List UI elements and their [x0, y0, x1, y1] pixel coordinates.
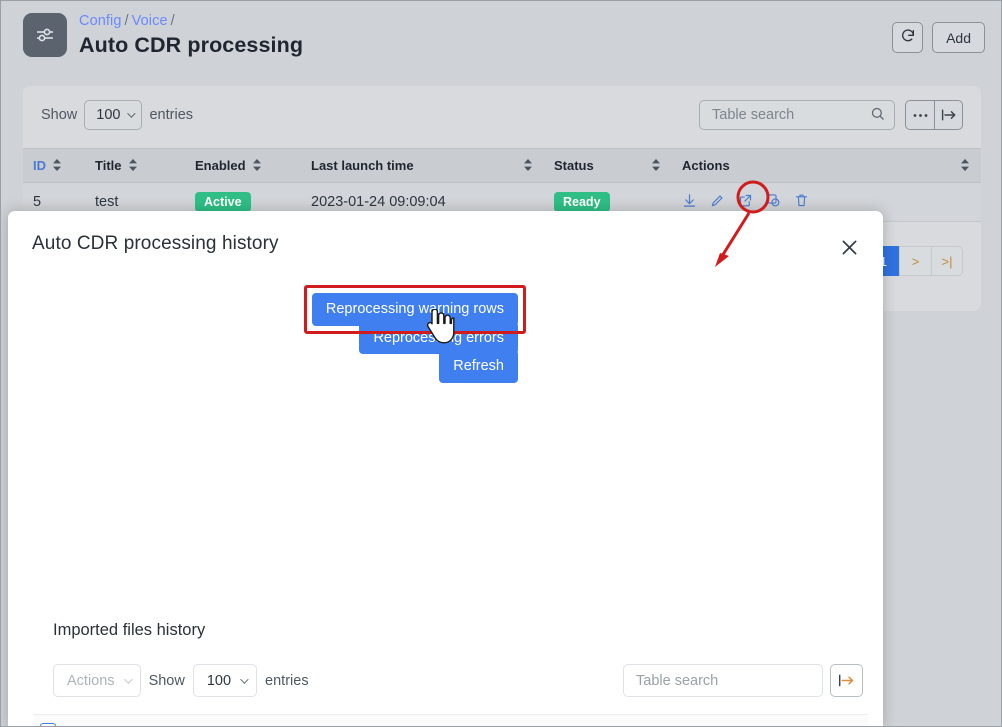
- background-entries-value: 100: [96, 107, 121, 123]
- refresh-icon: [900, 28, 916, 47]
- background-col-status-label: Status: [554, 158, 594, 173]
- ellipsis-icon[interactable]: [905, 100, 934, 130]
- sliders-icon: [23, 13, 67, 57]
- reprocessing-warning-rows-button[interactable]: Reprocessing warning rows: [311, 293, 518, 326]
- background-col-id-label: ID: [33, 158, 46, 173]
- add-button[interactable]: Add: [932, 22, 985, 53]
- page-title: Auto CDR processing: [79, 33, 304, 57]
- background-col-actions[interactable]: Actions: [672, 148, 981, 183]
- search-icon: [870, 106, 885, 125]
- refresh-button[interactable]: [892, 22, 924, 53]
- chevron-down-icon: [240, 674, 249, 684]
- inner-entries-value: 100: [206, 672, 232, 689]
- background-entries-select[interactable]: 100: [84, 100, 143, 130]
- background-col-title[interactable]: Title: [85, 148, 185, 183]
- imported-files-table: Id File path Created at Updated at Statu…: [34, 714, 868, 726]
- background-col-title-label: Title: [95, 158, 122, 173]
- inner-col-filepath[interactable]: File path: [124, 714, 434, 726]
- background-search-placeholder: Table search: [712, 107, 795, 123]
- background-toolbar-buttons: [905, 100, 963, 130]
- background-show-entries: Show 100 entries: [41, 100, 193, 130]
- select-all-cell: [34, 714, 78, 726]
- breadcrumb-separator-2: /: [170, 13, 175, 29]
- status-badge: Ready: [554, 192, 610, 212]
- imported-files-header-row: Id File path Created at Updated at Statu…: [34, 714, 868, 726]
- sort-icon: [524, 159, 532, 174]
- actions-select[interactable]: Actions: [53, 664, 141, 697]
- app-root: Config / Voice / Auto CDR processing Add Sh…: [0, 0, 1002, 727]
- inner-table-toolbar: Actions Show 100 entries: [53, 664, 309, 697]
- sort-icon: [53, 159, 61, 174]
- breadcrumb-item-config[interactable]: Config: [79, 13, 122, 29]
- background-col-enabled[interactable]: Enabled: [185, 148, 301, 183]
- background-col-launch[interactable]: Last launch time: [301, 148, 544, 183]
- background-page-next[interactable]: >: [899, 246, 931, 276]
- reprocessing-warning-rows-wrap: Reprocessing warning rows: [303, 285, 526, 334]
- duplicate-icon[interactable]: [766, 193, 781, 212]
- external-link-icon[interactable]: [738, 193, 753, 212]
- refresh-button-modal[interactable]: Refresh: [439, 350, 518, 383]
- background-search-wrap: Table search: [699, 100, 895, 130]
- inner-show-label: Show: [148, 672, 185, 689]
- page-header: Config / Voice / Auto CDR processing Add: [1, 1, 1001, 79]
- sort-icon: [128, 159, 137, 174]
- inner-entries-label: entries: [265, 672, 309, 689]
- close-icon[interactable]: [835, 233, 863, 261]
- status-badge-enabled: Active: [195, 192, 251, 212]
- inner-search-input[interactable]: Table search: [623, 664, 823, 697]
- trash-icon[interactable]: [794, 193, 809, 212]
- background-col-id[interactable]: ID: [23, 148, 85, 183]
- hand-pointer-cursor: [425, 308, 455, 350]
- download-icon[interactable]: [682, 193, 697, 212]
- background-table-toolbar: Show 100 entries Table search: [23, 86, 981, 148]
- background-col-status[interactable]: Status: [544, 148, 672, 183]
- background-col-enabled-label: Enabled: [195, 158, 246, 173]
- background-search-input[interactable]: Table search: [699, 100, 895, 130]
- inner-col-created[interactable]: Created at: [434, 714, 524, 726]
- sort-icon: [961, 159, 969, 174]
- inner-col-updated[interactable]: Updated at: [524, 714, 614, 726]
- breadcrumb-separator: /: [124, 13, 129, 29]
- breadcrumb: Config / Voice /: [79, 13, 178, 29]
- background-col-actions-label: Actions: [682, 158, 730, 173]
- background-page-last[interactable]: >|: [931, 246, 963, 276]
- inner-col-id[interactable]: Id: [78, 714, 124, 726]
- inner-col-status[interactable]: Status: [614, 714, 704, 726]
- select-all-checkbox[interactable]: [40, 723, 56, 726]
- auto-cdr-history-modal: Auto CDR processing history Reprocessing…: [8, 211, 883, 726]
- export-icon[interactable]: [830, 664, 863, 697]
- chevron-down-icon: [127, 109, 137, 118]
- sort-icon: [252, 159, 261, 174]
- chevron-down-icon: [123, 674, 133, 684]
- sort-icon: [652, 159, 660, 174]
- export-icon[interactable]: [934, 100, 963, 130]
- actions-select-label: Actions: [67, 672, 115, 689]
- modal-title: Auto CDR processing history: [32, 233, 279, 254]
- imported-files-history-title: Imported files history: [53, 621, 206, 639]
- background-table-header-row: ID Title Enabled Last launch time Status…: [23, 148, 981, 183]
- background-show-label: Show: [41, 107, 78, 123]
- inner-col-actions[interactable]: Actions: [704, 714, 868, 726]
- inner-entries-select[interactable]: 100: [192, 664, 258, 697]
- inner-search-placeholder: Table search: [636, 672, 719, 689]
- background-entries-label: entries: [149, 107, 194, 123]
- header-actions: Add: [892, 22, 985, 53]
- modal-action-buttons: Reprocessing warning rows Reprocessing e…: [303, 285, 526, 383]
- breadcrumb-item-voice[interactable]: Voice: [132, 13, 168, 29]
- background-col-launch-label: Last launch time: [311, 158, 414, 173]
- edit-icon[interactable]: [710, 193, 725, 212]
